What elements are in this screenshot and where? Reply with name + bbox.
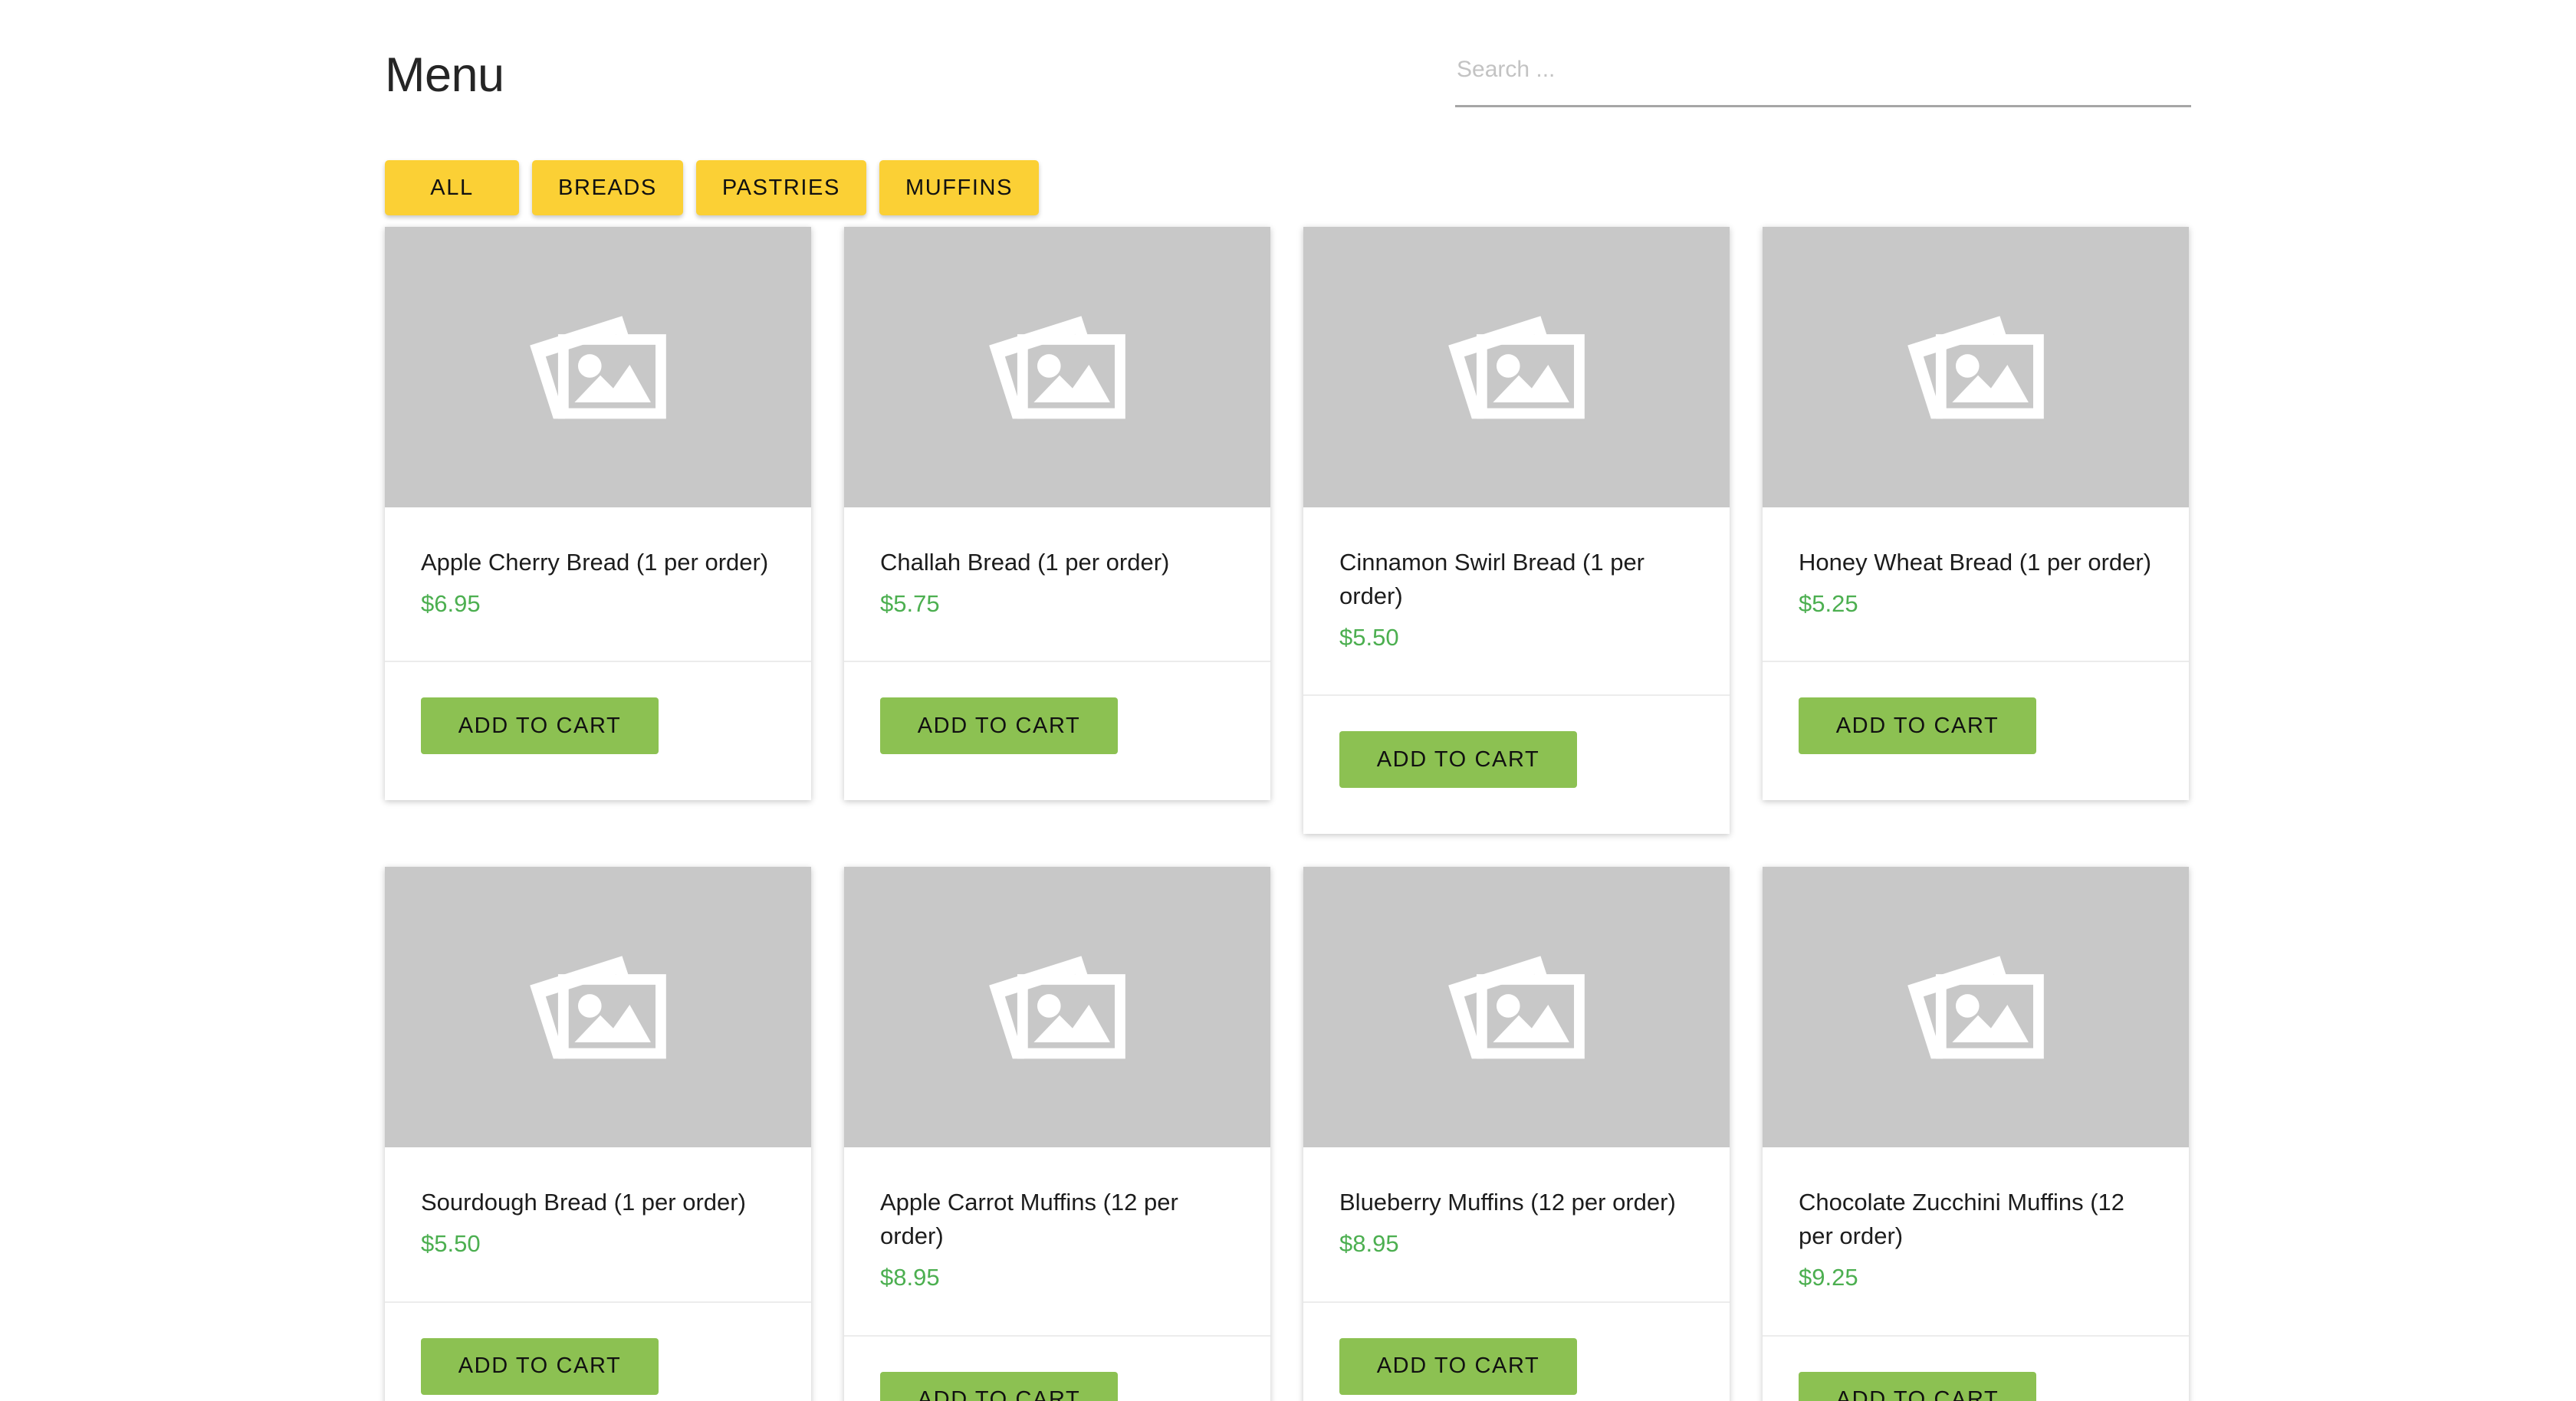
product-price: $9.25 (1799, 1264, 1858, 1291)
menu-page: Menu ALLBREADSPASTRIESMUFFINS Apple Cher… (0, 0, 2576, 1401)
product-thumbnail (1303, 227, 1730, 507)
product-title: Blueberry Muffins (12 per order) (1339, 1189, 1676, 1216)
product-thumbnail (385, 227, 811, 507)
page-title: Menu (385, 48, 504, 102)
product-actions: ADD TO CART (1763, 1337, 2189, 1401)
product-thumbnail (1303, 867, 1730, 1148)
add-to-cart-button[interactable]: ADD TO CART (1799, 697, 2036, 755)
product-card[interactable]: Blueberry Muffins (12 per order) $8.95 A… (1303, 867, 1730, 1401)
category-filter-tab-all[interactable]: ALL (385, 160, 519, 215)
product-title: Apple Cherry Bread (1 per order) (421, 549, 769, 576)
product-card[interactable]: Chocolate Zucchini Muffins (12 per order… (1763, 867, 2189, 1401)
search-input[interactable] (1455, 51, 2191, 107)
images-placeholder-icon (530, 316, 666, 419)
product-actions: ADD TO CART (844, 1337, 1270, 1401)
product-info: Sourdough Bread (1 per order) $5.50 (385, 1147, 811, 1303)
product-info: Chocolate Zucchini Muffins (12 per order… (1763, 1147, 2189, 1337)
add-to-cart-button[interactable]: ADD TO CART (421, 697, 659, 755)
product-price: $5.50 (1339, 624, 1399, 651)
product-actions: ADD TO CART (1303, 696, 1730, 834)
product-card[interactable]: Challah Bread (1 per order) $5.75 ADD TO… (844, 227, 1270, 801)
product-title: Chocolate Zucchini Muffins (12 per order… (1799, 1189, 2125, 1250)
add-to-cart-button[interactable]: ADD TO CART (880, 1371, 1118, 1401)
product-actions: ADD TO CART (385, 1303, 811, 1401)
product-card[interactable]: Honey Wheat Bread (1 per order) $5.25 AD… (1763, 227, 2189, 801)
product-price: $5.50 (421, 1230, 481, 1258)
product-thumbnail (1763, 867, 2189, 1148)
product-thumbnail (1763, 227, 2189, 507)
product-thumbnail (844, 867, 1270, 1148)
category-filter-tab-pastries[interactable]: PASTRIES (695, 160, 866, 215)
page-header: Menu (385, 31, 2191, 130)
product-title: Sourdough Bread (1 per order) (421, 1189, 746, 1216)
search-field-wrapper (1455, 51, 2191, 109)
product-grid: Apple Cherry Bread (1 per order) $6.95 A… (385, 227, 2194, 1401)
product-info: Challah Bread (1 per order) $5.75 (844, 507, 1270, 663)
images-placeholder-icon (989, 316, 1125, 419)
add-to-cart-button[interactable]: ADD TO CART (1339, 731, 1577, 789)
product-title: Challah Bread (1 per order) (880, 549, 1170, 576)
product-actions: ADD TO CART (1763, 662, 2189, 800)
images-placeholder-icon (1907, 316, 2044, 419)
product-price: $8.95 (1339, 1230, 1399, 1258)
product-info: Honey Wheat Bread (1 per order) $5.25 (1763, 507, 2189, 663)
product-title: Apple Carrot Muffins (12 per order) (880, 1189, 1178, 1250)
product-price: $5.25 (1799, 590, 1858, 618)
add-to-cart-button[interactable]: ADD TO CART (1339, 1337, 1577, 1395)
add-to-cart-button[interactable]: ADD TO CART (1799, 1371, 2036, 1401)
add-to-cart-button[interactable]: ADD TO CART (421, 1337, 659, 1395)
product-card[interactable]: Sourdough Bread (1 per order) $5.50 ADD … (385, 867, 811, 1401)
images-placeholder-icon (1448, 316, 1585, 419)
product-card[interactable]: Cinnamon Swirl Bread (1 per order) $5.50… (1303, 227, 1730, 835)
images-placeholder-icon (530, 956, 666, 1059)
product-actions: ADD TO CART (844, 662, 1270, 800)
images-placeholder-icon (1448, 956, 1585, 1059)
add-to-cart-button[interactable]: ADD TO CART (880, 697, 1118, 755)
product-card[interactable]: Apple Cherry Bread (1 per order) $6.95 A… (385, 227, 811, 801)
product-price: $8.95 (880, 1264, 940, 1291)
category-filter-tab-breads[interactable]: BREADS (532, 160, 683, 215)
product-thumbnail (844, 227, 1270, 507)
product-title: Honey Wheat Bread (1 per order) (1799, 549, 2152, 576)
product-info: Apple Cherry Bread (1 per order) $6.95 (385, 507, 811, 663)
category-filter-tab-muffins[interactable]: MUFFINS (879, 160, 1040, 215)
images-placeholder-icon (1907, 956, 2044, 1059)
product-thumbnail (385, 867, 811, 1148)
product-actions: ADD TO CART (385, 662, 811, 800)
product-actions: ADD TO CART (1303, 1303, 1730, 1401)
product-price: $6.95 (421, 590, 481, 618)
category-filter-tabs: ALL BREADS PASTRIES MUFFINS (385, 160, 1040, 215)
product-card[interactable]: Apple Carrot Muffins (12 per order) $8.9… (844, 867, 1270, 1401)
product-info: Cinnamon Swirl Bread (1 per order) $5.50 (1303, 507, 1730, 697)
product-title: Cinnamon Swirl Bread (1 per order) (1339, 549, 1645, 610)
product-info: Blueberry Muffins (12 per order) $8.95 (1303, 1147, 1730, 1303)
product-price: $5.75 (880, 590, 940, 618)
product-info: Apple Carrot Muffins (12 per order) $8.9… (844, 1147, 1270, 1337)
images-placeholder-icon (989, 956, 1125, 1059)
